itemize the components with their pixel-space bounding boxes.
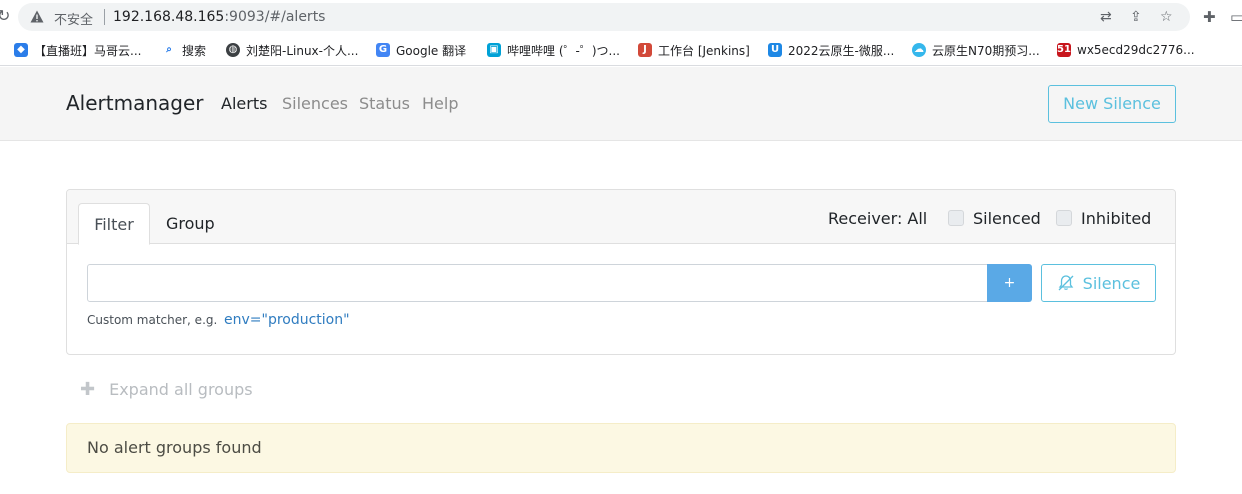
browser-toolbar: ↻ 不安全 192.168.48.165:9093/#/alerts ⇄ ⇪ ☆… — [0, 0, 1242, 34]
translate-icon[interactable]: ⇄ — [1100, 9, 1112, 25]
silence-button[interactable]: Silence — [1041, 264, 1156, 302]
url-text[interactable]: 192.168.48.165:9093/#/alerts — [113, 9, 325, 25]
warning-icon[interactable] — [30, 10, 44, 23]
silenced-label[interactable]: Silenced — [973, 209, 1041, 228]
bookmark-item[interactable]: ▣ 哔哩哔哩 (゜-゜)つ... — [487, 41, 620, 59]
bilibili-icon: ▣ — [487, 43, 501, 57]
add-matcher-button[interactable]: + — [987, 264, 1032, 302]
matcher-input[interactable] — [87, 264, 989, 302]
filter-card-header: Filter Group Receiver: All Silenced Inhi… — [67, 190, 1175, 245]
bookmark-item[interactable]: 51 wx5ecd29dc2776... — [1057, 41, 1195, 59]
extensions-icon[interactable]: ✚ — [1203, 8, 1216, 26]
nav-status[interactable]: Status — [359, 94, 410, 113]
plus-icon: ✚ — [80, 379, 96, 400]
translate-icon: G — [376, 43, 390, 57]
divider — [104, 9, 105, 25]
inhibited-label[interactable]: Inhibited — [1081, 209, 1151, 228]
filter-card: Filter Group Receiver: All Silenced Inhi… — [66, 189, 1176, 355]
bell-slash-icon — [1058, 275, 1074, 291]
sidepanel-icon[interactable]: ▭ — [1230, 8, 1242, 26]
silenced-checkbox[interactable] — [948, 210, 964, 226]
tab-filter[interactable]: Filter — [78, 203, 150, 245]
bookmark-icon: ◆ — [14, 43, 28, 57]
nav-silences[interactable]: Silences — [282, 94, 348, 113]
app-navbar: Alertmanager Alerts Silences Status Help… — [0, 67, 1242, 141]
nav-help[interactable]: Help — [422, 94, 458, 113]
inhibited-checkbox[interactable] — [1056, 210, 1072, 226]
star-icon[interactable]: ☆ — [1160, 9, 1173, 25]
nav-alerts[interactable]: Alerts — [221, 94, 267, 113]
bookmark-item[interactable]: ⌕ 搜索 — [162, 41, 206, 59]
expand-all-groups-label: Expand all groups — [109, 380, 253, 399]
bookmark-item[interactable]: ◆ 【直播班】马哥云... — [14, 41, 141, 59]
globe-icon: ◍ — [226, 43, 240, 57]
51cto-icon: 51 — [1057, 43, 1071, 57]
bookmark-item[interactable]: U 2022云原生-微服... — [768, 41, 894, 59]
matcher-example: env="production" — [224, 312, 350, 328]
silence-button-label: Silence — [1082, 273, 1141, 293]
no-alert-groups-message: No alert groups found — [66, 423, 1176, 473]
reload-icon[interactable]: ↻ — [0, 6, 10, 25]
insecure-label: 不安全 — [54, 13, 94, 28]
yuque-icon: U — [768, 43, 782, 57]
receiver-dropdown[interactable]: Receiver: All — [828, 209, 927, 228]
jenkins-icon: J — [638, 43, 652, 57]
search-icon: ⌕ — [166, 44, 172, 55]
cloud-icon: ☁ — [912, 43, 926, 57]
bookmark-item[interactable]: ◍ 刘楚阳-Linux-个人... — [226, 41, 358, 59]
expand-all-groups-button[interactable]: ✚ Expand all groups — [80, 379, 253, 400]
bookmark-item[interactable]: ☁ 云原生N70期预习... — [912, 41, 1040, 59]
new-silence-button[interactable]: New Silence — [1048, 85, 1176, 123]
bookmarks-bar: ◆ 【直播班】马哥云... ⌕ 搜索 ◍ 刘楚阳-Linux-个人... G Googl… — [0, 34, 1242, 66]
matcher-hint: Custom matcher, e.g. — [87, 313, 218, 327]
address-bar[interactable]: 不安全 192.168.48.165:9093/#/alerts ⇄ ⇪ ☆ — [18, 3, 1190, 31]
bookmark-item[interactable]: G Google 翻译 — [376, 41, 466, 59]
bookmark-item[interactable]: J 工作台 [Jenkins] — [638, 41, 750, 59]
share-icon[interactable]: ⇪ — [1130, 9, 1142, 25]
tab-group[interactable]: Group — [166, 203, 215, 245]
brand-logo[interactable]: Alertmanager — [66, 91, 204, 115]
